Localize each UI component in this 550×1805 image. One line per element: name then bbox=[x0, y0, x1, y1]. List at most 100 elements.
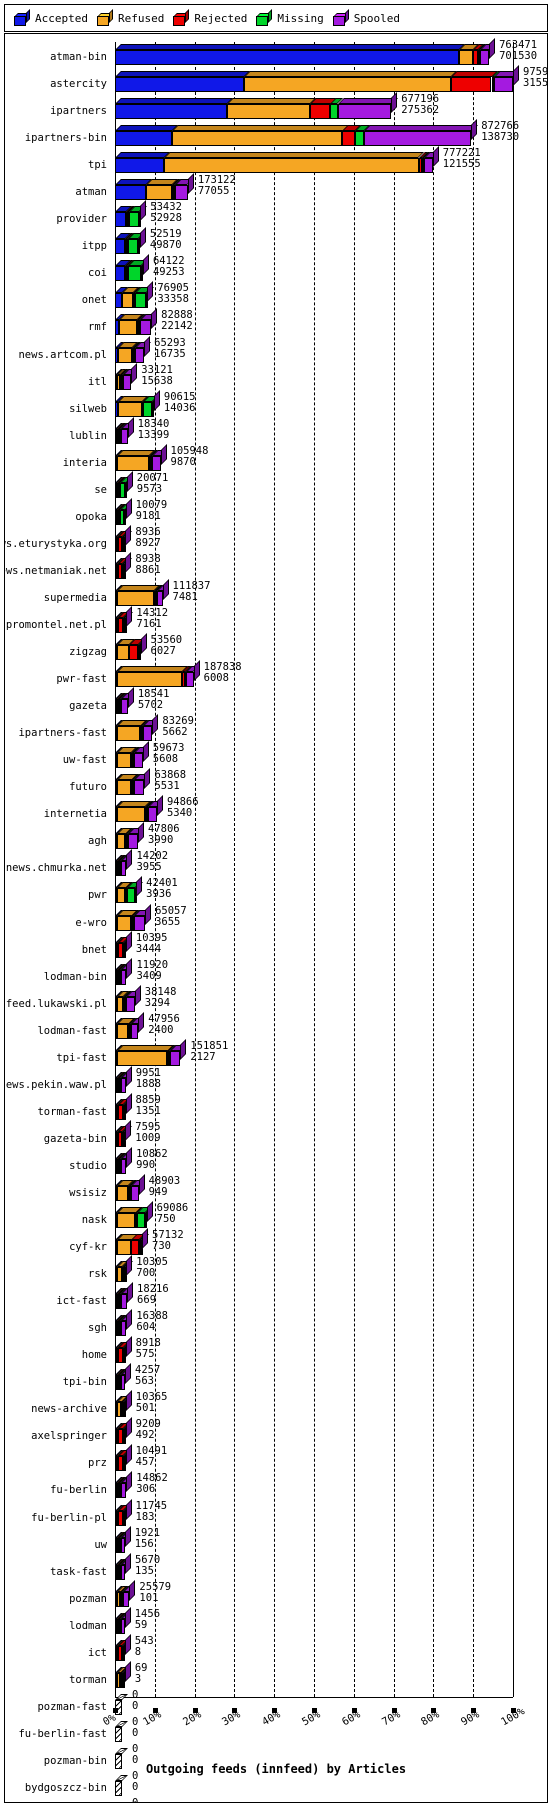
bar-row: itl 33121 15638 bbox=[5, 362, 547, 394]
bar-value-accepted: 156 bbox=[134, 1537, 154, 1550]
bar-end-cap bbox=[125, 1498, 132, 1520]
bar-row: pwr 42401 3936 bbox=[5, 876, 547, 907]
legend-swatch-missing-icon bbox=[256, 9, 273, 26]
bar-end-cap bbox=[125, 1065, 132, 1087]
bar-value-accepted: 1351 bbox=[135, 1104, 161, 1117]
bar-row-label: rsk bbox=[88, 1268, 107, 1281]
bar-value-accepted: 5702 bbox=[137, 699, 164, 712]
bar-segment-missing bbox=[355, 131, 364, 147]
bar-row-label: astercity bbox=[50, 78, 107, 91]
bar-row: task-fast 5670 135 bbox=[5, 1552, 547, 1584]
bar-value-accepted: 949 bbox=[148, 1185, 168, 1198]
bar-row: news.chmurka.net 14202 3955 bbox=[5, 849, 547, 880]
bar-value-labels: 14312 7161 bbox=[136, 607, 168, 630]
bar-value-accepted: 101 bbox=[139, 1591, 159, 1604]
bar-segment-refused bbox=[116, 1213, 136, 1229]
bar-row-label: sgh bbox=[88, 1322, 107, 1335]
stacked-bar bbox=[115, 65, 519, 93]
bar-end-cap bbox=[125, 551, 132, 573]
bar-value-labels: 76905 33358 bbox=[157, 283, 189, 305]
bar-value-labels: 10305 700 bbox=[136, 1257, 168, 1279]
bar-segment-empty-top bbox=[115, 1693, 128, 1700]
bar-value-accepted: 1009 bbox=[135, 1131, 161, 1144]
bar-end-cap bbox=[126, 1146, 133, 1168]
bar-end-cap bbox=[126, 1255, 133, 1277]
bar-value-accepted: 6027 bbox=[150, 645, 176, 658]
stacked-bar bbox=[115, 524, 132, 552]
bar-segment-empty bbox=[115, 1781, 122, 1796]
bar-row-label: coi bbox=[88, 267, 107, 280]
bar-segment-refused-top bbox=[227, 98, 316, 105]
bar-row-label: pozman bbox=[69, 1592, 107, 1605]
bar-row-label: futuro bbox=[69, 781, 107, 794]
bar-value-labels: 763471 701530 bbox=[499, 40, 537, 62]
stacked-bar bbox=[115, 822, 145, 850]
bar-row: nask 69086 750 bbox=[5, 1201, 547, 1232]
bar-value-labels: 10862 990 bbox=[136, 1148, 168, 1171]
bar-segment-missing bbox=[143, 401, 153, 417]
bar-value-accepted: 3444 bbox=[135, 942, 162, 955]
bar-segment-rejected bbox=[450, 77, 492, 93]
bar-row: pwr-fast 187838 6008 bbox=[5, 660, 547, 691]
stacked-bar bbox=[115, 1255, 133, 1283]
bar-row: news-archive 10365 501 bbox=[5, 1390, 547, 1421]
bar-end-cap bbox=[125, 1336, 132, 1358]
bar-segment-empty-top bbox=[115, 1747, 128, 1754]
stacked-bar bbox=[115, 605, 133, 633]
bar-value-labels: 151851 2127 bbox=[190, 1040, 228, 1063]
bar-end-cap bbox=[136, 876, 143, 898]
bar-value-labels: 57132 730 bbox=[152, 1230, 184, 1252]
bar-value-labels: 10079 9181 bbox=[135, 499, 168, 522]
bar-value-labels: 25579 101 bbox=[139, 1581, 171, 1604]
bar-end-cap bbox=[127, 416, 134, 438]
stacked-bar bbox=[115, 1606, 131, 1634]
legend-swatch-rejected-icon bbox=[173, 9, 190, 26]
stacked-bar bbox=[115, 741, 149, 769]
bar-row-label: e-wro bbox=[75, 916, 107, 929]
x-tick-label: 100% bbox=[499, 1705, 527, 1729]
bar-segment-spooled bbox=[128, 834, 139, 850]
stacked-bar bbox=[115, 1444, 133, 1472]
bar-value-labels: 00 bbox=[132, 1798, 138, 1802]
bar-value-labels: 9209 492 bbox=[136, 1419, 161, 1441]
bar-row-label: news.eturystyka.org bbox=[5, 537, 107, 550]
bar-segment-rejected bbox=[131, 1240, 140, 1256]
bar-row-label: uw-fast bbox=[62, 754, 107, 767]
stacked-bar bbox=[115, 308, 158, 336]
bar-row-label: tpi-bin bbox=[62, 1376, 107, 1389]
bar-segment-spooled bbox=[125, 996, 135, 1012]
bar-segment-spooled bbox=[494, 77, 513, 93]
bar-value-accepted: 9181 bbox=[135, 509, 161, 522]
stacked-bar bbox=[115, 1173, 145, 1201]
bar-value-labels: 38148 3294 bbox=[145, 986, 177, 1009]
bar-end-cap bbox=[142, 254, 149, 276]
legend-item-spooled: Spooled bbox=[332, 9, 400, 26]
bar-row: onet 76905 33358 bbox=[5, 281, 547, 312]
bar-value-labels: 11745 183 bbox=[136, 1500, 168, 1523]
bar-end-cap bbox=[125, 1417, 132, 1439]
bar-value-labels: 975923315560 bbox=[523, 67, 547, 89]
bar-segment-missing bbox=[128, 239, 139, 255]
bar-row-label: tpi-fast bbox=[56, 1051, 107, 1064]
bar-row-label: pwr-fast bbox=[56, 673, 107, 686]
bar-segment-refused bbox=[459, 50, 473, 65]
bar-segment-refused bbox=[116, 915, 132, 931]
stacked-bar bbox=[115, 1498, 132, 1526]
bar-row-label: nask bbox=[81, 1214, 107, 1227]
bar-row-label: news-archive bbox=[31, 1403, 107, 1416]
bar-end-cap bbox=[160, 443, 167, 465]
bar-value-accepted: 990 bbox=[136, 1158, 156, 1171]
bar-row: prz 10491 457 bbox=[5, 1444, 547, 1475]
stacked-bar bbox=[115, 1146, 133, 1174]
bar-row-label: tpi bbox=[88, 159, 107, 172]
stacked-bar bbox=[115, 1092, 133, 1120]
bar-value-labels: 82888 22142 bbox=[161, 310, 193, 332]
bar-row: tpi-bin 4257 563 bbox=[5, 1363, 547, 1394]
bar-segment-refused bbox=[116, 753, 131, 769]
plot-area: atman-bin 763471701530 astercity 9759233155… bbox=[4, 33, 548, 1803]
bar-row-label: fu-berlin-pl bbox=[31, 1511, 107, 1524]
bar-value-accepted: 15638 bbox=[141, 374, 173, 387]
bar-row-label: lodman-bin bbox=[43, 970, 107, 983]
bar-value-labels: 10491 457 bbox=[136, 1446, 168, 1468]
bar-value-offered: 65293 bbox=[154, 336, 186, 349]
